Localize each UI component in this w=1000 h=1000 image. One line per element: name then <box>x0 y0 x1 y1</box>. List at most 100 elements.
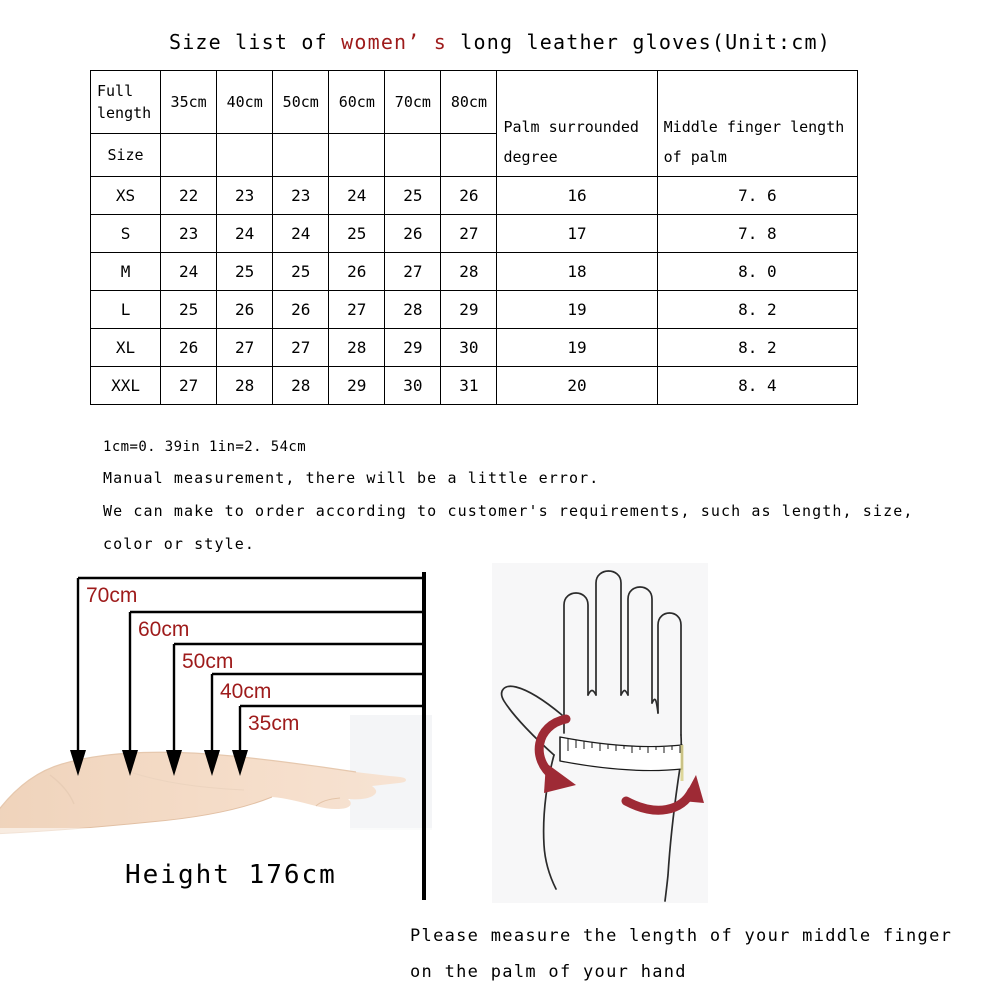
cell-length: 29 <box>384 328 442 367</box>
cell-length: 27 <box>384 252 442 291</box>
cell-size: XL <box>89 328 162 367</box>
cell-size: M <box>89 252 162 291</box>
cell-length: 26 <box>160 328 218 367</box>
cell-length: 27 <box>160 366 218 405</box>
header-full-length-line1: Full <box>97 81 134 100</box>
header-size: Size <box>89 133 162 177</box>
instruction-line-1: Please measure the length of your middle… <box>410 926 953 946</box>
note-custom-order-line2: color or style. <box>103 535 255 553</box>
cell-length: 28 <box>216 366 274 405</box>
cell-palm-degree: 19 <box>496 290 658 329</box>
table-row: M 24 25 25 26 27 28 18 8. 0 <box>89 252 859 291</box>
cell-length: 24 <box>216 214 274 253</box>
measure-label-35: 35cm <box>248 712 300 735</box>
hand-measurement-figure <box>492 563 708 903</box>
cell-length: 28 <box>328 328 386 367</box>
cell-length: 26 <box>440 176 498 215</box>
cell-middle-finger: 8. 4 <box>656 366 859 405</box>
header-length-80: 80cm <box>440 70 498 134</box>
note-manual-measurement: Manual measurement, there will be a litt… <box>103 469 600 487</box>
header-middle-finger-length: Middle finger length of palm <box>656 70 859 177</box>
header-full-length-line2: length <box>97 104 152 122</box>
cell-length: 22 <box>160 176 218 215</box>
table-row: XL 26 27 27 28 29 30 19 8. 2 <box>89 328 859 367</box>
table-body: XS 22 23 23 24 25 26 16 7. 6 S 23 24 24 25 26 27 17 7. 8M… <box>89 176 859 405</box>
hand-diagram-svg <box>492 563 708 903</box>
cell-length: 29 <box>440 290 498 329</box>
cell-length: 24 <box>328 176 386 215</box>
header-blank-2 <box>216 133 274 177</box>
instruction-line-2: on the palm of your hand <box>410 962 687 982</box>
table-row: S 23 24 24 25 26 27 17 7. 8 <box>89 214 859 253</box>
cell-palm-degree: 19 <box>496 328 658 367</box>
cell-size: S <box>89 214 162 253</box>
size-chart-table: Full length 35cm 40cm 50cm 60cm 70cm 80c… <box>89 70 859 405</box>
cell-middle-finger: 8. 0 <box>656 252 859 291</box>
cell-middle-finger: 7. 6 <box>656 176 859 215</box>
measure-label-40: 40cm <box>220 680 272 703</box>
cell-length: 27 <box>272 328 330 367</box>
cell-length: 30 <box>440 328 498 367</box>
cell-length: 27 <box>216 328 274 367</box>
arm-illustration <box>0 751 406 835</box>
cell-middle-finger: 7. 8 <box>656 214 859 253</box>
arm-diagram-svg <box>0 572 432 900</box>
cell-palm-degree: 16 <box>496 176 658 215</box>
cell-length: 23 <box>216 176 274 215</box>
cell-length: 23 <box>160 214 218 253</box>
cell-length: 28 <box>440 252 498 291</box>
arm-measurement-figure: 70cm 60cm 50cm 40cm 35cm <box>0 560 432 900</box>
header-length-50: 50cm <box>272 70 330 134</box>
cell-length: 25 <box>272 252 330 291</box>
header-blank-3 <box>272 133 330 177</box>
cell-length: 28 <box>272 366 330 405</box>
cell-length: 27 <box>440 214 498 253</box>
cell-length: 27 <box>328 290 386 329</box>
notes-block: 1cm=0. 39in 1in=2. 54cm Manual measureme… <box>103 432 914 561</box>
measure-label-60: 60cm <box>138 618 190 641</box>
page-title: Size list of women’ s long leather glove… <box>0 30 1000 54</box>
table-row: L 25 26 26 27 28 29 19 8. 2 <box>89 290 859 329</box>
header-palm-line1: Palm surrounded <box>503 118 639 136</box>
header-length-40: 40cm <box>216 70 274 134</box>
header-blank-5 <box>384 133 442 177</box>
cell-size: L <box>89 290 162 329</box>
cell-length: 29 <box>328 366 386 405</box>
measure-label-50: 50cm <box>182 650 234 673</box>
note-custom-order-line1: We can make to order according to custom… <box>103 502 914 520</box>
header-middle-line1: Middle finger length <box>663 118 845 136</box>
cell-length: 23 <box>272 176 330 215</box>
cell-length: 31 <box>440 366 498 405</box>
cell-middle-finger: 8. 2 <box>656 328 859 367</box>
cell-length: 24 <box>272 214 330 253</box>
header-blank-6 <box>440 133 498 177</box>
header-length-60: 60cm <box>328 70 386 134</box>
table-row: XS 22 23 23 24 25 26 16 7. 6 <box>89 176 859 215</box>
header-middle-line2: of palm <box>663 148 727 166</box>
cell-length: 24 <box>160 252 218 291</box>
header-full-length: Full length <box>89 70 162 134</box>
table-row: XXL 27 28 28 29 30 31 20 8. 4 <box>89 366 859 405</box>
cell-length: 25 <box>216 252 274 291</box>
title-text-before: Size list of <box>168 30 342 54</box>
instruction-block: Please measure the length of your middle… <box>410 918 990 990</box>
header-length-70: 70cm <box>384 70 442 134</box>
cell-length: 26 <box>216 290 274 329</box>
cell-palm-degree: 17 <box>496 214 658 253</box>
header-palm-surrounded-degree: Palm surrounded degree <box>496 70 658 177</box>
table-header-row-1: Full length 35cm 40cm 50cm 60cm 70cm 80c… <box>89 70 859 177</box>
cell-palm-degree: 18 <box>496 252 658 291</box>
title-text-after: long leather gloves(Unit:cm) <box>447 30 832 54</box>
cell-size: XS <box>89 176 162 215</box>
header-length-35: 35cm <box>160 70 218 134</box>
cell-length: 25 <box>160 290 218 329</box>
cell-length: 26 <box>328 252 386 291</box>
height-label: Height 176cm <box>125 860 337 890</box>
cell-length: 25 <box>328 214 386 253</box>
cell-size: XXL <box>89 366 162 405</box>
header-blank-1 <box>160 133 218 177</box>
measure-label-70: 70cm <box>86 584 138 607</box>
header-palm-line2: degree <box>503 148 558 166</box>
note-unit-conversion: 1cm=0. 39in 1in=2. 54cm <box>103 439 307 455</box>
cell-length: 26 <box>384 214 442 253</box>
